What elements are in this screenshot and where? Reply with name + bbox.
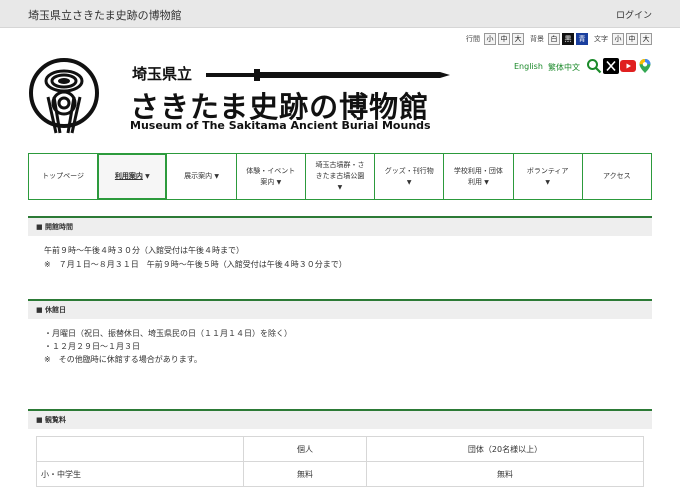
section-title: ■ 開館時間 [36,223,74,231]
nav-label: トップページ [42,172,85,180]
sword-line-decoration [206,69,450,81]
hours-line: ※ ７月１日～８月３１日 午前９時～午後５時（入館受付は午後４時３０分まで） [44,260,347,269]
nav-school-group[interactable]: 学校利用・団体 利用 ▼ [443,154,513,199]
text-size-label: 文字 [594,35,608,43]
chevron-down-icon: ▼ [406,178,412,186]
chevron-down-icon: ▼ [145,173,150,180]
text-small-button[interactable]: 小 [612,33,624,45]
spacing-large-button[interactable]: 大 [512,33,524,45]
brand-prefecture: 埼玉県立 [132,65,193,83]
nav-label: 案内 [260,177,275,186]
nav-top-page[interactable]: トップページ [28,154,98,199]
brand-english-name: Museum of The Sakitama Ancient Burial Mo… [130,119,431,132]
chevron-down-icon: ▼ [337,184,343,191]
table-header-cell [36,436,244,462]
section-heading-closed: ■ 休館日 [28,299,652,319]
table-row: 小・中学生 無料 無料 [36,461,644,487]
text-medium-button[interactable]: 中 [626,33,638,45]
closed-line: ・１２月２９日～１月３日 [44,342,140,351]
bg-blue-button[interactable]: 青 [576,33,588,45]
nav-label: 埼玉古墳群・さ [315,161,365,169]
closed-line: ・月曜日（祝日、振替休日、埼玉県民の日（１１月１４日）を除く） [44,329,292,338]
text-large-button[interactable]: 大 [640,33,652,45]
nav-exhibitions[interactable]: 展示案内 ▼ [166,154,236,199]
nav-goods[interactable]: グッズ・刊行物 ▼ [374,154,444,199]
spacing-label: 行間 [466,35,480,43]
table-cell: 小・中学生 [36,461,244,487]
closed-line: ※ その他臨時に休館する場合があります。 [44,355,202,364]
nav-label: ボランティア [526,166,569,175]
nav-label: きたま古墳公園 [315,172,365,180]
youtube-icon[interactable] [620,58,636,74]
chevron-down-icon: ▼ [214,173,219,180]
section-title: ■ 休館日 [36,306,67,314]
top-bar: 埼玉県立さきたま史跡の博物館 ログイン [0,0,680,28]
nav-label: 体験・イベント [246,166,296,175]
bg-white-button[interactable]: 白 [548,33,560,45]
section-heading-hours: ■ 開館時間 [28,216,652,236]
museum-logo-icon[interactable] [28,57,100,137]
section-title: ■ 観覧料 [36,416,67,424]
nav-volunteer[interactable]: ボランティア ▼ [512,154,582,199]
main-nav: トップページ 利用案内 ▼ 展示案内 ▼ 体験・イベント 案内 ▼ 埼玉古墳群・… [28,153,652,200]
table-header-cell: 団体（20名様以上） [366,436,644,462]
english-link[interactable]: English [514,62,543,71]
table-cell: 無料 [243,461,367,487]
nav-events[interactable]: 体験・イベント 案内 ▼ [235,154,305,199]
accessibility-controls: 行間 小 中 大 背景 白 黒 青 文字 小 中 大 [462,33,652,45]
chevron-down-icon: ▼ [545,178,550,186]
table-cell: 無料 [366,461,644,487]
nav-label: アクセス [603,172,631,180]
table-header-row: 個人 団体（20名様以上） [36,436,644,462]
spacing-small-button[interactable]: 小 [484,33,496,45]
hours-line: 午前９時～午後４時３０分（入館受付は午後４時まで） [44,246,244,255]
nav-label: 利用案内 [114,172,143,180]
x-icon[interactable] [603,58,619,74]
login-link[interactable]: ログイン [616,8,652,21]
search-icon[interactable] [586,58,602,74]
table-header-cell: 個人 [243,436,367,462]
nav-usage-info[interactable]: 利用案内 ▼ [97,154,167,199]
nav-label: 学校利用・団体 [453,166,503,175]
bg-black-button[interactable]: 黒 [562,33,574,45]
background-label: 背景 [530,35,544,43]
section-heading-fees: ■ 観覧料 [28,409,652,429]
nav-label: 展示案内 [184,172,213,180]
chevron-down-icon: ▼ [484,178,489,186]
chevron-down-icon: ▼ [276,178,282,186]
site-title[interactable]: 埼玉県立さきたま史跡の博物館 [28,7,182,23]
nav-kofun-park[interactable]: 埼玉古墳群・さ きたま古墳公園 ▼ [304,154,375,199]
map-pin-icon[interactable] [637,58,653,74]
fee-table: 個人 団体（20名様以上） 小・中学生 無料 無料 [36,436,644,487]
nav-label: グッズ・刊行物 [384,166,434,175]
traditional-chinese-link[interactable]: 繁体中文 [548,62,580,73]
nav-label: 利用 [467,177,482,186]
spacing-medium-button[interactable]: 中 [498,33,510,45]
nav-access[interactable]: アクセス [581,154,652,199]
